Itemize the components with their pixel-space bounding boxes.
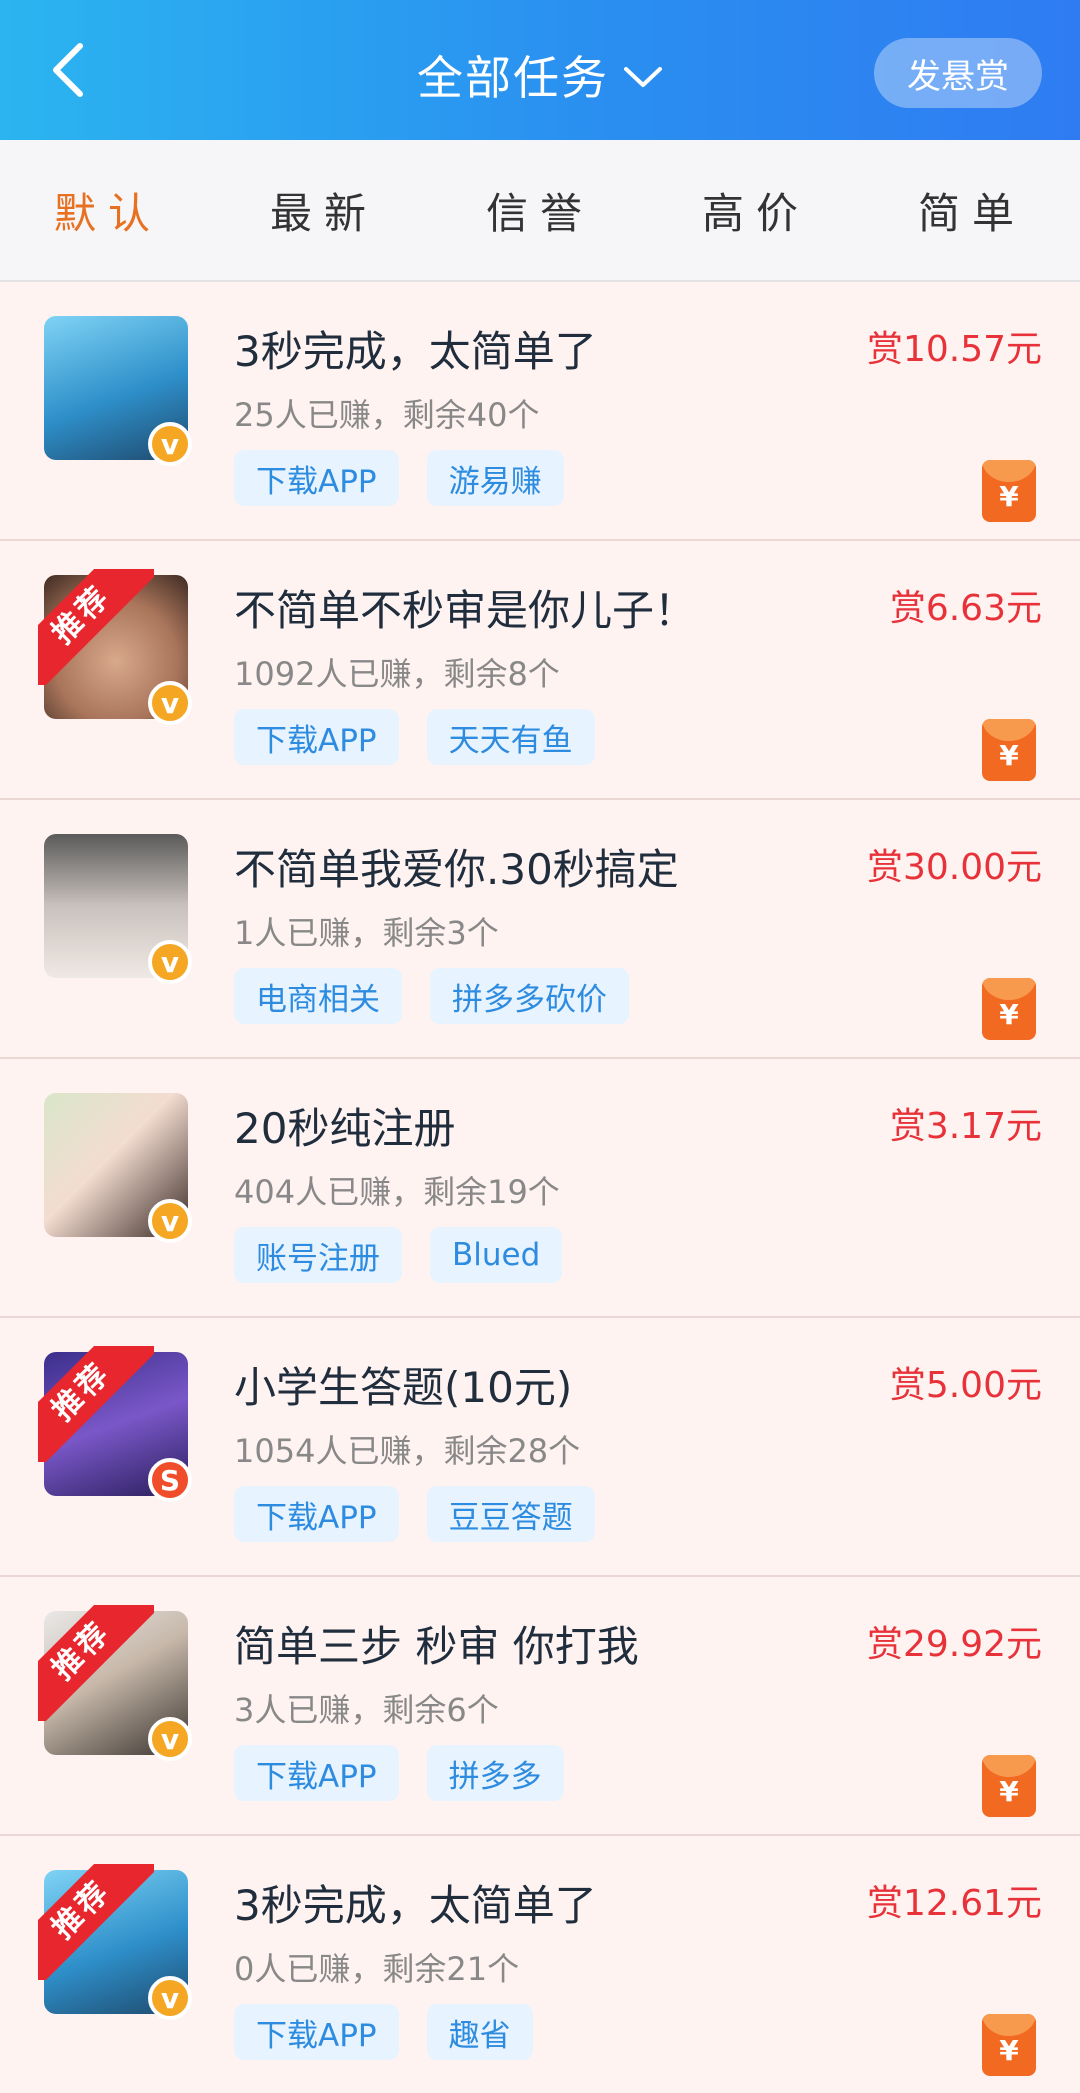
task-stats: 1人已赚，剩余3个 — [234, 914, 499, 952]
task-reward: 赏12.61元 — [866, 1883, 1042, 1924]
red-packet-icon[interactable]: ¥ — [982, 460, 1036, 522]
task-stats: 404人已赚，剩余19个 — [234, 1173, 560, 1211]
task-reward: 赏10.57元 — [866, 329, 1042, 370]
tab-high-price[interactable]: 高价 — [648, 140, 864, 280]
task-item[interactable]: 推荐 v 简单三步 秒审 你打我 3人已赚，剩余6个 下载APP 拼多多 赏29… — [0, 1577, 1080, 1836]
sort-tabs: 默认 最新 信誉 高价 简单 — [0, 140, 1080, 282]
task-reward: 赏6.63元 — [889, 588, 1042, 629]
task-stats: 1054人已赚，剩余28个 — [234, 1432, 581, 1470]
task-tag[interactable]: 游易赚 — [426, 450, 564, 506]
task-reward: 赏29.92元 — [866, 1624, 1042, 1665]
post-bounty-button[interactable]: 发悬赏 — [874, 38, 1042, 108]
task-list: v 3秒完成，太简单了 25人已赚，剩余40个 下载APP 游易赚 赏10.57… — [0, 282, 1080, 2093]
page-title: 全部任务 — [417, 51, 609, 105]
red-packet-icon[interactable]: ¥ — [982, 719, 1036, 781]
task-stats: 0人已赚，剩余21个 — [234, 1950, 520, 1988]
tab-simple[interactable]: 简单 — [864, 140, 1080, 280]
s-badge: S — [148, 1458, 192, 1502]
task-tag[interactable]: 趣省 — [426, 2004, 533, 2060]
task-item[interactable]: 推荐 v 3秒完成，太简单了 0人已赚，剩余21个 下载APP 趣省 赏12.6… — [0, 1836, 1080, 2093]
task-tag[interactable]: 电商相关 — [234, 968, 402, 1024]
verified-badge: v — [148, 1199, 192, 1243]
task-reward: 赏5.00元 — [889, 1365, 1042, 1406]
task-title: 3秒完成，太简单了 — [234, 327, 597, 376]
task-item[interactable]: v 20秒纯注册 404人已赚，剩余19个 账号注册 Blued 赏3.17元 — [0, 1059, 1080, 1318]
top-bar: 全部任务 发悬赏 — [0, 0, 1080, 140]
task-tag[interactable]: 下载APP — [234, 450, 399, 506]
tab-reputation[interactable]: 信誉 — [432, 140, 648, 280]
task-title: 20秒纯注册 — [234, 1104, 456, 1153]
task-title: 不简单我爱你.30秒搞定 — [234, 845, 679, 894]
task-tag[interactable]: 天天有鱼 — [426, 709, 595, 765]
task-reward: 赏30.00元 — [866, 847, 1042, 888]
task-reward: 赏3.17元 — [889, 1106, 1042, 1147]
task-title: 小学生答题(10元) — [234, 1363, 573, 1412]
task-tag[interactable]: 拼多多砍价 — [430, 968, 629, 1024]
verified-badge: v — [148, 940, 192, 984]
task-stats: 25人已赚，剩余40个 — [234, 396, 540, 434]
task-item[interactable]: 推荐 v 不简单不秒审是你儿子！ 1092人已赚，剩余8个 下载APP 天天有鱼… — [0, 541, 1080, 800]
task-item[interactable]: v 3秒完成，太简单了 25人已赚，剩余40个 下载APP 游易赚 赏10.57… — [0, 282, 1080, 541]
red-packet-icon[interactable]: ¥ — [982, 978, 1036, 1040]
verified-badge: v — [148, 1717, 192, 1761]
task-title: 3秒完成，太简单了 — [234, 1881, 597, 1930]
red-packet-icon[interactable]: ¥ — [982, 1755, 1036, 1817]
task-item[interactable]: v 不简单我爱你.30秒搞定 1人已赚，剩余3个 电商相关 拼多多砍价 赏30.… — [0, 800, 1080, 1059]
verified-badge: v — [148, 681, 192, 725]
task-stats: 3人已赚，剩余6个 — [234, 1691, 499, 1729]
task-title: 简单三步 秒审 你打我 — [234, 1622, 639, 1671]
task-title: 不简单不秒审是你儿子！ — [234, 586, 697, 635]
red-packet-icon[interactable]: ¥ — [982, 2014, 1036, 2076]
task-item[interactable]: 推荐 S 小学生答题(10元) 1054人已赚，剩余28个 下载APP 豆豆答题… — [0, 1318, 1080, 1577]
task-tag[interactable]: 下载APP — [234, 1486, 399, 1542]
task-tag[interactable]: Blued — [430, 1227, 563, 1283]
task-tag[interactable]: 拼多多 — [426, 1745, 564, 1801]
tab-newest[interactable]: 最新 — [216, 140, 432, 280]
verified-badge: v — [148, 422, 192, 466]
task-tag[interactable]: 账号注册 — [234, 1227, 402, 1283]
task-tag[interactable]: 下载APP — [234, 2004, 399, 2060]
verified-badge: v — [148, 1976, 192, 2020]
task-stats: 1092人已赚，剩余8个 — [234, 655, 560, 693]
task-tag[interactable]: 下载APP — [234, 709, 399, 765]
tab-default[interactable]: 默认 — [0, 140, 216, 280]
chevron-down-icon — [623, 65, 663, 89]
task-tag[interactable]: 豆豆答题 — [426, 1486, 595, 1542]
task-tag[interactable]: 下载APP — [234, 1745, 399, 1801]
